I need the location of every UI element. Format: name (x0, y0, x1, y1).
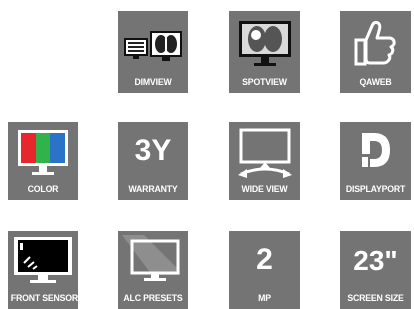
monitor-xray-spot-icon (239, 21, 291, 66)
mp-value: 2 (256, 243, 273, 276)
tile-label: ALC PRESETS (123, 293, 183, 304)
tile-label: DIMVIEW (134, 77, 172, 88)
tile-label: QAWEB (359, 77, 392, 88)
tile-label: COLOR (27, 184, 59, 195)
tile-color: COLOR (8, 122, 78, 200)
tile-label: WIDE VIEW (241, 184, 288, 195)
tile-wide-view: WIDE VIEW (229, 122, 300, 200)
tile-screen-size: 23" SCREEN SIZE (340, 231, 411, 309)
front-sensor-monitor-icon (14, 237, 72, 283)
tile-label: MP (258, 293, 271, 304)
tile-qaweb: QAWEB (340, 11, 411, 93)
tile-alc-presets: ALC PRESETS (118, 231, 188, 309)
wide-angle-monitor-icon (238, 128, 292, 178)
displayport-logo-icon (362, 133, 390, 167)
tile-warranty: 3Y WARRANTY (118, 122, 188, 200)
color-monitor-icon (18, 130, 68, 175)
tile-displayport: DISPLAYPORT (340, 122, 411, 200)
warranty-value: 3Y (134, 134, 172, 167)
ambient-light-monitor-icon (122, 235, 180, 281)
screen-size-value: 23" (353, 245, 398, 276)
tile-dimview: DIMVIEW (118, 11, 188, 93)
tile-label: SCREEN SIZE (347, 293, 404, 304)
tile-label: DISPLAYPORT (345, 184, 406, 195)
tile-label: FRONT SENSOR (10, 293, 78, 304)
thumbs-up-icon (354, 20, 396, 66)
dual-monitor-xray-icon (124, 31, 182, 61)
tile-front-sensor: FRONT SENSOR (8, 231, 78, 309)
tile-label: WARRANTY (128, 184, 178, 195)
tile-label: SPOTVIEW (242, 77, 287, 88)
tile-mp: 2 MP (229, 231, 300, 309)
tile-spotview: SPOTVIEW (229, 11, 300, 93)
